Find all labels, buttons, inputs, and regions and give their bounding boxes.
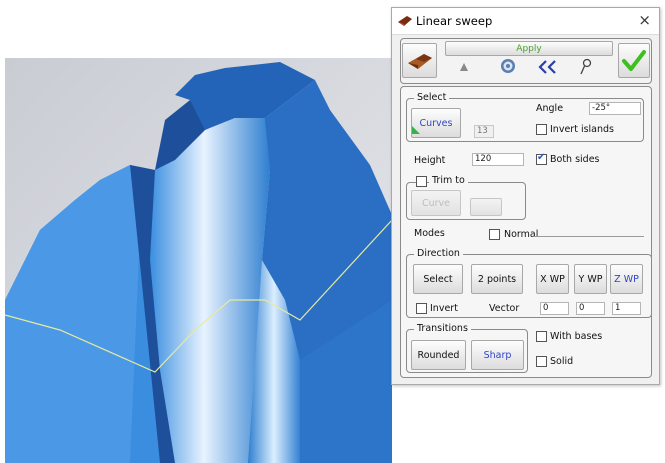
modes-label: Modes bbox=[414, 228, 445, 239]
x-wp-button[interactable]: X WP bbox=[536, 264, 569, 294]
invert-islands-label: Invert islands bbox=[550, 124, 614, 135]
trim-curve-label: Curve bbox=[421, 197, 451, 209]
apply-button[interactable]: Apply bbox=[445, 41, 613, 56]
invert-checkbox[interactable] bbox=[416, 303, 427, 314]
vector-y-input[interactable]: 0 bbox=[576, 302, 605, 315]
checkmark-icon bbox=[622, 49, 646, 71]
height-input[interactable]: 120 bbox=[472, 153, 524, 166]
curves-indicator-icon bbox=[412, 126, 420, 134]
trim-to-checkbox[interactable] bbox=[416, 176, 427, 187]
y-wp-label: Y WP bbox=[578, 273, 603, 285]
curves-label: Curves bbox=[419, 117, 453, 129]
direction-label: Direction bbox=[414, 248, 463, 259]
with-bases-checkbox[interactable] bbox=[536, 331, 547, 342]
profile-shape-icon bbox=[407, 53, 432, 69]
y-wp-button[interactable]: Y WP bbox=[574, 264, 607, 294]
dialog-titlebar[interactable]: Linear sweep × bbox=[392, 8, 659, 35]
double-chevron-left-icon[interactable] bbox=[537, 59, 559, 75]
dialog-title: Linear sweep bbox=[416, 14, 493, 28]
settings-gear-icon[interactable] bbox=[500, 58, 516, 74]
direction-select-button[interactable]: Select bbox=[413, 264, 463, 294]
with-bases-label: With bases bbox=[550, 331, 603, 342]
vector-x-input[interactable]: 0 bbox=[540, 302, 569, 315]
linear-sweep-dialog: Linear sweep × Apply Select Curves 13 An… bbox=[391, 7, 660, 385]
z-wp-button[interactable]: Z WP bbox=[610, 264, 643, 294]
trim-extra-button bbox=[470, 198, 502, 216]
solid-checkbox[interactable] bbox=[536, 356, 547, 367]
ok-button[interactable] bbox=[618, 43, 650, 78]
magnifier-icon[interactable] bbox=[579, 58, 593, 76]
triangle-tool-icon[interactable] bbox=[459, 62, 469, 72]
angle-input[interactable]: -25° bbox=[589, 102, 641, 115]
rounded-label: Rounded bbox=[417, 349, 460, 361]
two-points-label: 2 points bbox=[477, 273, 517, 285]
vector-label: Vector bbox=[489, 303, 520, 314]
z-wp-label: Z WP bbox=[614, 273, 639, 285]
angle-label: Angle bbox=[536, 103, 564, 114]
invert-islands-checkbox[interactable] bbox=[536, 124, 547, 135]
close-button[interactable]: × bbox=[638, 11, 651, 29]
toolbar-icons bbox=[445, 56, 611, 78]
both-sides-checkbox[interactable] bbox=[536, 152, 547, 165]
modes-divider bbox=[534, 236, 644, 237]
app-logo-icon bbox=[398, 16, 412, 26]
sharp-label: Sharp bbox=[483, 349, 512, 361]
trim-to-label: Trim to bbox=[429, 175, 468, 186]
height-label: Height bbox=[414, 155, 446, 166]
vector-z-input[interactable]: 1 bbox=[612, 302, 641, 315]
select-group-label: Select bbox=[414, 92, 450, 103]
normal-label: Normal bbox=[504, 229, 539, 240]
two-points-button[interactable]: 2 points bbox=[471, 264, 523, 294]
x-wp-label: X WP bbox=[540, 273, 565, 285]
rounded-button[interactable]: Rounded bbox=[411, 340, 466, 370]
profile-shape-button[interactable] bbox=[402, 43, 437, 78]
trim-curve-button: Curve bbox=[411, 190, 461, 216]
curves-count-field: 13 bbox=[474, 125, 494, 138]
both-sides-label: Both sides bbox=[550, 154, 600, 165]
direction-select-label: Select bbox=[423, 273, 453, 285]
normal-checkbox[interactable] bbox=[489, 229, 500, 240]
apply-label: Apply bbox=[516, 43, 542, 54]
solid-label: Solid bbox=[550, 356, 574, 367]
invert-label: Invert bbox=[430, 303, 458, 314]
sharp-button[interactable]: Sharp bbox=[471, 340, 524, 370]
transitions-label: Transitions bbox=[414, 323, 471, 334]
